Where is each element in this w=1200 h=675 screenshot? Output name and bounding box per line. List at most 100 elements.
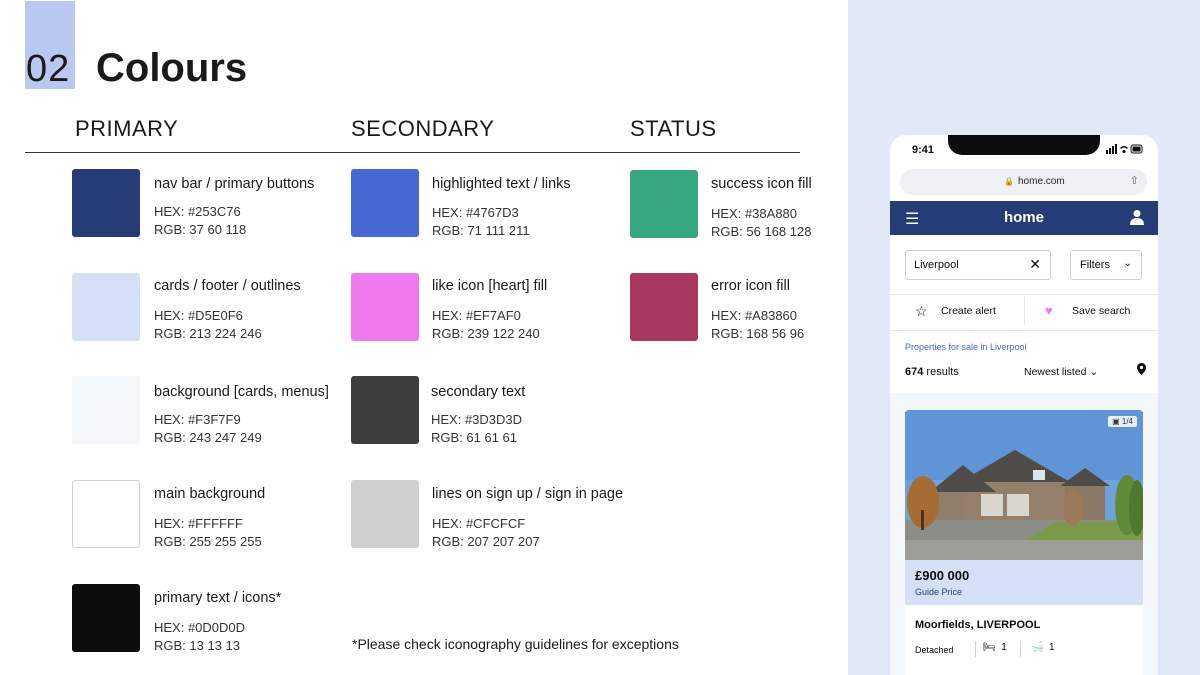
swatch-rgb: RGB: 213 224 246 [154,326,262,341]
url-text: home.com [1018,176,1065,187]
swatch-label: nav bar / primary buttons [154,176,315,192]
property-photo[interactable] [905,410,1143,560]
divider [975,641,976,657]
map-pin-icon[interactable] [1137,363,1146,378]
phone-notch [948,135,1100,155]
swatch-label: lines on sign up / sign in page [432,486,624,502]
status-time: 9:41 [912,144,935,156]
swatch-hex: HEX: #38A880 [711,206,798,221]
breadcrumb-link[interactable]: Properties for sale in Liverpool [905,342,1027,352]
swatch-label: like icon [heart] fill [432,278,548,294]
phone-mockup: 9:41 🔒 home.com ⇧ ☰ home Liverpool ✕ Fil… [890,135,1158,675]
swatch-hex: HEX: #3D3D3D [431,412,523,427]
swatch-label: error icon fill [711,278,790,294]
swatch-secondary-text [351,376,419,444]
swatch-rgb: RGB: 243 247 249 [154,430,262,445]
swatch-hex: HEX: #FFFFFF [154,516,243,531]
swatch-rgb: RGB: 37 60 118 [154,222,247,237]
divider [1024,297,1025,325]
signal-wifi-battery-icon [1106,144,1144,156]
swatch-primary-cards [72,273,140,341]
photo-count: 1/4 [1121,417,1133,426]
browser-url-bar[interactable]: 🔒 home.com ⇧ [900,169,1147,195]
create-alert-button[interactable]: Create alert [941,305,996,317]
swatch-rgb: RGB: 255 255 255 [154,534,262,549]
heading-divider [25,152,800,153]
swatch-rgb: RGB: 207 207 207 [432,534,540,549]
swatch-secondary-links [351,169,419,237]
swatch-hex: HEX: #D5E0F6 [154,308,243,323]
swatch-hex: HEX: #253C76 [154,204,241,219]
results-label: results [923,366,959,378]
swatch-hex: HEX: #A83860 [711,308,798,323]
swatch-secondary-like [351,273,419,341]
bedrooms: 🛏 1 [983,642,1007,653]
star-icon: ☆ [915,303,928,319]
swatch-hex: HEX: #0D0D0D [154,620,246,635]
save-search-button[interactable]: Save search [1072,305,1130,317]
bath-icon: 🛁 [1031,642,1044,653]
results-number: 674 [905,366,924,378]
property-price: £900 000 [915,568,970,583]
swatch-label: primary text / icons* [154,590,282,606]
swatch-status-success [630,170,698,238]
swatch-primary-main-background [72,480,140,548]
swatch-hex: HEX: #F3F7F9 [154,412,241,427]
clear-icon[interactable]: ✕ [1029,256,1041,273]
property-type: Detached [915,645,954,655]
swatch-status-error [630,273,698,341]
location-search-input[interactable]: Liverpool ✕ [905,250,1051,280]
divider [890,294,1158,295]
swatch-label: secondary text [431,384,526,400]
swatch-label: cards / footer / outlines [154,278,301,294]
swatch-label: success icon fill [711,176,812,192]
brand-logo[interactable]: home [890,209,1158,226]
swatch-rgb: RGB: 61 61 61 [431,430,517,445]
user-icon[interactable] [1130,209,1144,225]
filters-button[interactable]: Filters ⌄ [1070,250,1142,280]
results-count: 674 results [905,366,959,378]
swatch-rgb: RGB: 71 111 211 [432,223,530,238]
property-address: Moorfields, LIVERPOOL [915,619,1041,631]
bathroom-count: 1 [1049,642,1055,653]
lock-icon: 🔒 [1004,177,1014,186]
chevron-down-icon: ⌄ [1089,366,1099,378]
page-title: Colours [96,46,248,90]
bed-icon: 🛏 [983,642,996,653]
property-card[interactable]: ▣ 1/4 £900 000 Guide Price Moorfields, L… [905,410,1143,675]
footnote: *Please check iconography guidelines for… [352,636,679,652]
swatch-secondary-lines [351,480,419,548]
swatch-primary-background [72,376,140,444]
swatch-label: background [cards, menus] [154,384,329,400]
sort-label: Newest listed [1024,366,1087,378]
swatch-hex: HEX: #CFCFCF [432,516,526,531]
swatch-rgb: RGB: 56 168 128 [711,224,812,239]
heart-icon: ♥ [1045,303,1053,318]
photo-count-badge: ▣ 1/4 [1108,416,1137,427]
price-qualifier: Guide Price [915,587,963,597]
section-number: 02 [26,48,71,90]
swatch-primary-nav [72,169,140,237]
chevron-down-icon: ⌄ [1123,258,1132,269]
bedroom-count: 1 [1001,642,1007,653]
swatch-primary-text [72,584,140,652]
location-value: Liverpool [914,259,959,271]
price-band: £900 000 Guide Price [905,560,1143,605]
swatch-hex: HEX: #4767D3 [432,205,519,220]
swatch-rgb: RGB: 239 122 240 [432,326,540,341]
swatch-rgb: RGB: 168 56 96 [711,326,805,341]
swatch-rgb: RGB: 13 13 13 [154,638,240,653]
bathrooms: 🛁 1 [1031,642,1055,653]
primary-heading: PRIMARY [75,116,179,141]
divider [890,330,1158,331]
swatch-hex: HEX: #EF7AF0 [432,308,521,323]
swatch-label: highlighted text / links [432,176,571,192]
status-heading: STATUS [630,116,717,141]
swatch-label: main background [154,486,266,502]
nav-bar: ☰ home [890,201,1158,235]
filters-label: Filters [1080,259,1110,271]
share-icon[interactable]: ⇧ [1130,174,1139,187]
secondary-heading: SECONDARY [351,116,495,141]
sort-dropdown[interactable]: Newest listed ⌄ [1024,366,1098,378]
divider [1020,641,1021,657]
